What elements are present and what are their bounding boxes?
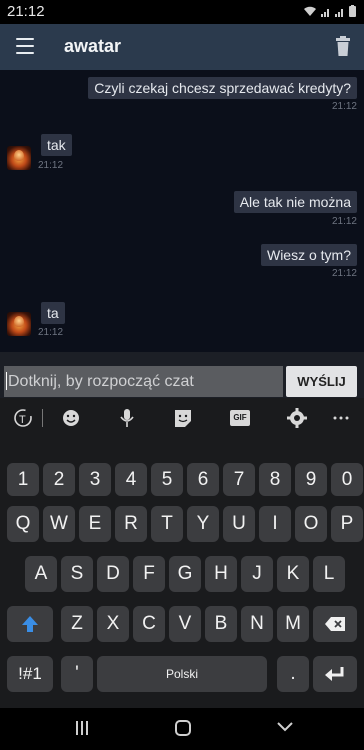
message-time: 21:12 (331, 216, 357, 227)
chat-area[interactable]: Czyli czekaj chcesz sprzedawać kredyty? … (0, 70, 364, 352)
key-8[interactable]: 8 (259, 463, 291, 496)
key-k[interactable]: K (277, 556, 309, 592)
key-j[interactable]: J (241, 556, 273, 592)
key-i[interactable]: I (259, 506, 291, 542)
composer-bar: WYŚLIJ (0, 352, 364, 398)
message-time: 21:12 (38, 160, 64, 171)
key-2[interactable]: 2 (43, 463, 75, 496)
message-time: 21:12 (331, 268, 357, 279)
home-icon[interactable] (174, 719, 192, 737)
apostrophe-key[interactable]: ' (61, 656, 93, 692)
key-c[interactable]: C (133, 606, 165, 642)
signal-2-icon (335, 9, 343, 17)
key-v[interactable]: V (169, 606, 201, 642)
enter-key[interactable] (313, 656, 357, 692)
key-e[interactable]: E (79, 506, 111, 542)
key-n[interactable]: N (241, 606, 273, 642)
key-d[interactable]: D (97, 556, 129, 592)
message-bubble-outgoing: Czyli czekaj chcesz sprzedawać kredyty? (88, 77, 357, 99)
key-x[interactable]: X (97, 606, 129, 642)
key-b[interactable]: B (205, 606, 237, 642)
menu-icon[interactable] (16, 38, 34, 54)
back-chevron-icon[interactable] (276, 720, 294, 734)
key-9[interactable]: 9 (295, 463, 327, 496)
key-z[interactable]: Z (61, 606, 93, 642)
emoji-icon[interactable] (60, 408, 82, 428)
wifi-icon (304, 6, 316, 16)
key-s[interactable]: S (61, 556, 93, 592)
key-a[interactable]: A (25, 556, 57, 592)
key-r[interactable]: R (115, 506, 147, 542)
key-4[interactable]: 4 (115, 463, 147, 496)
message-time: 21:12 (38, 327, 64, 338)
space-key[interactable]: Polski (97, 656, 267, 692)
shift-arrow-icon (22, 616, 38, 632)
key-3[interactable]: 3 (79, 463, 111, 496)
keyboard-toolbar: T GIF (0, 398, 364, 438)
key-h[interactable]: H (205, 556, 237, 592)
status-time: 21:12 (7, 3, 45, 20)
key-w[interactable]: W (43, 506, 75, 542)
key-7[interactable]: 7 (223, 463, 255, 496)
avatar[interactable] (7, 146, 31, 170)
key-q[interactable]: Q (7, 506, 39, 542)
recent-apps-icon[interactable] (74, 720, 90, 736)
shift-key[interactable] (7, 606, 53, 642)
message-input-wrap (4, 366, 283, 397)
message-bubble-incoming: tak (41, 134, 72, 156)
key-l[interactable]: L (313, 556, 345, 592)
microphone-icon[interactable] (116, 408, 138, 428)
enter-icon (325, 667, 344, 681)
text-translate-icon[interactable]: T (13, 408, 35, 428)
send-button[interactable]: WYŚLIJ (286, 366, 357, 397)
message-input[interactable] (4, 366, 283, 397)
key-t[interactable]: T (151, 506, 183, 542)
key-6[interactable]: 6 (187, 463, 219, 496)
toolbar-divider (42, 409, 43, 427)
backspace-key[interactable] (313, 606, 357, 642)
trash-icon[interactable] (336, 36, 350, 56)
app-bar: awatar (0, 24, 364, 70)
key-f[interactable]: F (133, 556, 165, 592)
key-5[interactable]: 5 (151, 463, 183, 496)
svg-text:T: T (19, 414, 26, 426)
symbols-key[interactable]: !#1 (7, 656, 53, 692)
backspace-icon (325, 617, 345, 631)
key-m[interactable]: M (277, 606, 309, 642)
key-1[interactable]: 1 (7, 463, 39, 496)
key-p[interactable]: P (331, 506, 363, 542)
text-cursor (6, 372, 7, 390)
message-bubble-outgoing: Ale tak nie można (233, 191, 357, 213)
status-bar: 21:12 (0, 0, 364, 24)
message-bubble-outgoing: Wiesz o tym? (260, 244, 357, 266)
key-u[interactable]: U (223, 506, 255, 542)
message-time: 21:12 (331, 101, 357, 112)
more-options-icon[interactable] (330, 408, 352, 428)
key-g[interactable]: G (169, 556, 201, 592)
message-bubble-incoming: ta (41, 302, 65, 324)
gif-icon[interactable]: GIF (230, 410, 250, 426)
period-key[interactable]: . (277, 656, 309, 692)
status-icons (303, 5, 356, 17)
sticker-icon[interactable] (172, 408, 194, 428)
keyboard: T GIF 1 2 3 4 5 6 7 8 9 0 Q W E R T Y U … (0, 398, 364, 708)
key-0[interactable]: 0 (331, 463, 363, 496)
navigation-bar (0, 708, 364, 750)
avatar[interactable] (7, 312, 31, 336)
key-o[interactable]: O (295, 506, 327, 542)
settings-gear-icon[interactable] (286, 408, 308, 428)
signal-1-icon (321, 9, 329, 17)
battery-icon (349, 5, 356, 17)
page-title: awatar (64, 36, 122, 56)
key-y[interactable]: Y (187, 506, 219, 542)
